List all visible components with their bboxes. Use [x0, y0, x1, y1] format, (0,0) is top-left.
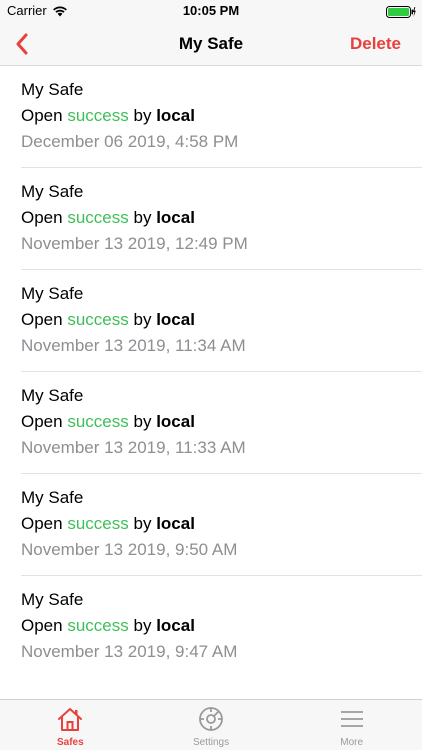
safe-name: My Safe [21, 386, 84, 405]
event-action: Open [21, 106, 63, 125]
event-description: Open success by local [21, 309, 422, 331]
event-status: success [67, 310, 129, 329]
event-description: Open success by local [21, 207, 422, 229]
status-time: 10:05 PM [182, 3, 240, 18]
event-timestamp: November 13 2019, 9:50 AM [21, 540, 238, 559]
delete-button[interactable]: Delete [350, 34, 401, 54]
event-status: success [67, 412, 129, 431]
tab-label: Settings [192, 737, 230, 748]
event-description: Open success by local [21, 615, 422, 637]
event-action: Open [21, 616, 63, 635]
tab-label: Safes [56, 737, 84, 748]
safe-name: My Safe [21, 488, 84, 507]
event-timestamp: December 06 2019, 4:58 PM [21, 132, 239, 151]
safe-name: My Safe [21, 284, 84, 303]
event-by: by [133, 106, 152, 125]
event-by: by [133, 514, 152, 533]
tab-label: More [340, 737, 364, 748]
event-actor: local [156, 616, 195, 635]
list-item[interactable]: My Safe Open success by local December 0… [0, 66, 422, 168]
event-by: by [133, 616, 152, 635]
event-by: by [133, 310, 152, 329]
event-actor: local [156, 310, 195, 329]
event-description: Open success by local [21, 105, 422, 127]
event-timestamp: November 13 2019, 11:33 AM [21, 438, 246, 457]
home-icon [56, 705, 84, 733]
tab-safes[interactable]: Safes [0, 700, 141, 750]
settings-dial-icon [197, 705, 225, 733]
tab-bar: Safes Settings More [0, 699, 422, 750]
list-item[interactable]: My Safe Open success by local November 1… [0, 474, 422, 576]
safe-name: My Safe [21, 80, 84, 99]
battery-icon [386, 5, 416, 23]
status-bar: Carrier 10:05 PM [0, 0, 422, 22]
event-status: success [67, 208, 129, 227]
history-list[interactable]: My Safe Open success by local December 0… [0, 66, 422, 699]
navigation-bar: My Safe Delete [0, 22, 422, 66]
safe-name: My Safe [21, 182, 84, 201]
list-item[interactable]: My Safe Open success by local November 1… [0, 168, 422, 270]
event-status: success [67, 106, 129, 125]
event-actor: local [156, 412, 195, 431]
tab-more[interactable]: More [281, 700, 422, 750]
event-description: Open success by local [21, 411, 422, 433]
event-actor: local [156, 208, 195, 227]
event-timestamp: November 13 2019, 9:47 AM [21, 642, 238, 661]
tab-settings[interactable]: Settings [141, 700, 282, 750]
menu-lines-icon [338, 705, 366, 733]
list-item[interactable]: My Safe Open success by local November 1… [0, 270, 422, 372]
safe-name: My Safe [21, 590, 84, 609]
event-action: Open [21, 310, 63, 329]
event-timestamp: November 13 2019, 11:34 AM [21, 336, 246, 355]
event-timestamp: November 13 2019, 12:49 PM [21, 234, 248, 253]
event-status: success [67, 616, 129, 635]
event-actor: local [156, 514, 195, 533]
event-description: Open success by local [21, 513, 422, 535]
event-action: Open [21, 412, 63, 431]
event-action: Open [21, 208, 63, 227]
event-by: by [133, 412, 152, 431]
event-status: success [67, 514, 129, 533]
list-item[interactable]: My Safe Open success by local November 1… [0, 576, 422, 678]
event-action: Open [21, 514, 63, 533]
event-by: by [133, 208, 152, 227]
list-item[interactable]: My Safe Open success by local November 1… [0, 372, 422, 474]
event-actor: local [156, 106, 195, 125]
